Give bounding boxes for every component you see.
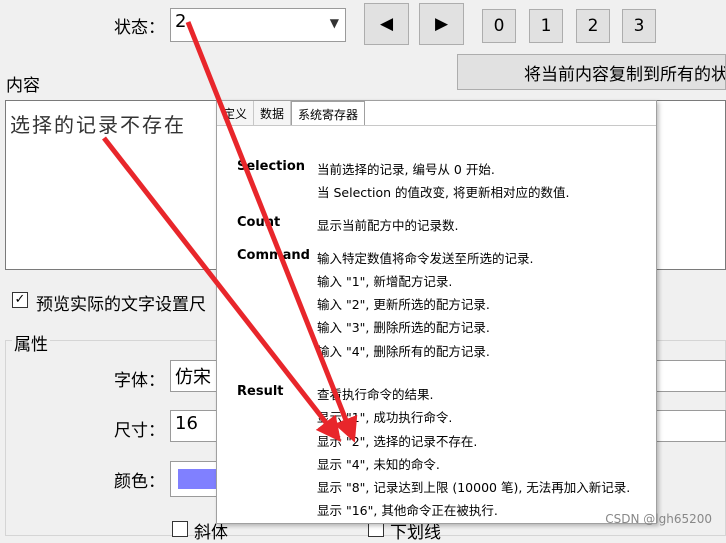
- state-combo[interactable]: 2 ▼: [170, 8, 346, 42]
- desc-line: 输入 "1", 新增配方记录.: [317, 274, 453, 289]
- tab-system-register[interactable]: 系统寄存器: [291, 101, 366, 125]
- watermark: CSDN @lgh65200: [605, 512, 712, 526]
- prev-icon: ◀: [379, 14, 394, 34]
- font-value: 仿宋: [175, 367, 211, 388]
- size-value: 16: [175, 413, 198, 434]
- tab-definition[interactable]: 定义: [217, 101, 255, 125]
- term-command: Command: [237, 248, 310, 263]
- desc-line: 显示 "16", 其他命令正在被执行.: [317, 503, 498, 518]
- desc-line: 输入特定数值将命令发送至所选的记录.: [317, 251, 534, 266]
- term-selection: Selection: [237, 159, 306, 174]
- desc-line: 显示 "2", 选择的记录不存在.: [317, 434, 478, 449]
- desc-line: 输入 "3", 删除所选的配方记录.: [317, 320, 490, 335]
- tooltip-tabs: 定义 数据 系统寄存器: [217, 101, 366, 125]
- font-label: 字体：: [114, 371, 165, 391]
- chevron-down-icon[interactable]: ▼: [330, 16, 339, 30]
- desc-line: 显示当前配方中的记录数.: [317, 218, 459, 233]
- content-label: 内容: [6, 76, 40, 96]
- desc-line: 当 Selection 的值改变, 将更新相对应的数值.: [317, 185, 570, 200]
- term-count: Count: [237, 215, 281, 230]
- desc-line: 当前选择的记录, 编号从 0 开始.: [317, 162, 495, 177]
- page-3-button[interactable]: 3: [622, 9, 656, 43]
- state-label: 状态：: [114, 18, 165, 38]
- next-button[interactable]: ▶: [419, 3, 464, 45]
- content-text: 选择的记录不存在: [10, 113, 186, 137]
- prev-button[interactable]: ◀: [364, 3, 409, 45]
- preview-label: 预览实际的文字设置尺: [36, 295, 206, 315]
- size-label: 尺寸：: [114, 421, 165, 441]
- term-result: Result: [237, 384, 284, 399]
- desc-line: 显示 "4", 未知的命令.: [317, 457, 440, 472]
- tab-divider: [217, 125, 656, 126]
- register-help-tooltip: 定义 数据 系统寄存器 Selection 当前选择的记录, 编号从 0 开始.…: [216, 100, 657, 524]
- page-2-button[interactable]: 2: [576, 9, 610, 43]
- desc-line: 显示 "1", 成功执行命令.: [317, 410, 453, 425]
- page-0-button[interactable]: 0: [482, 9, 516, 43]
- state-value: 2: [175, 11, 187, 32]
- properties-title: 属性: [12, 330, 50, 355]
- next-icon: ▶: [434, 14, 449, 34]
- desc-line: 显示 "8", 记录达到上限 (10000 笔), 无法再加入新记录.: [317, 480, 631, 495]
- desc-line: 查看执行命令的结果.: [317, 387, 434, 402]
- page-1-button[interactable]: 1: [529, 9, 563, 43]
- tab-data[interactable]: 数据: [254, 101, 292, 125]
- color-label: 颜色：: [114, 472, 165, 492]
- preview-checkbox[interactable]: ✓: [12, 292, 28, 308]
- desc-line: 输入 "4", 删除所有的配方记录.: [317, 344, 490, 359]
- italic-checkbox[interactable]: [172, 521, 188, 537]
- desc-line: 输入 "2", 更新所选的配方记录.: [317, 297, 490, 312]
- copy-to-all-button[interactable]: 将当前内容复制到所有的状: [457, 54, 726, 90]
